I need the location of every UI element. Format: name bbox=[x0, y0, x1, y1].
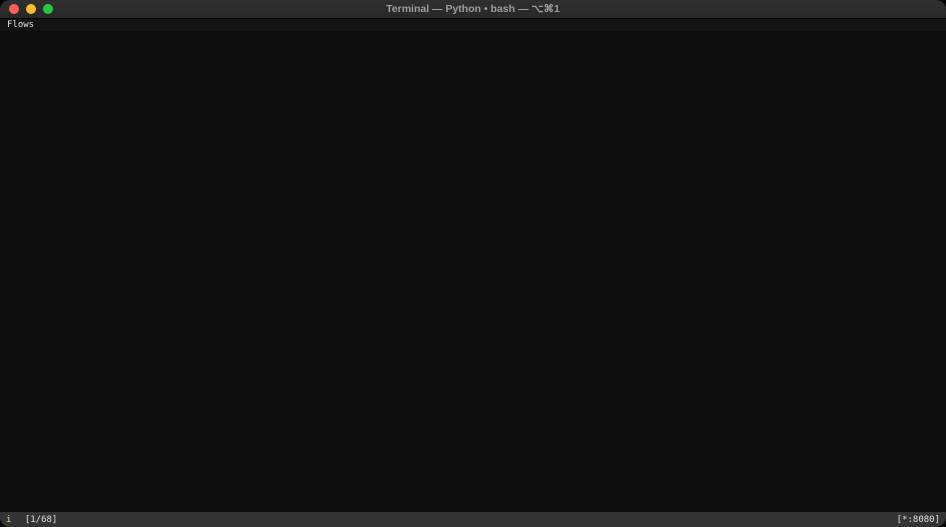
flow-list[interactable] bbox=[0, 31, 946, 512]
terminal-window: Terminal — Python • bash — ⌥⌘1 Flows i [… bbox=[0, 0, 946, 527]
proxy-listen-address: [*:8080] bbox=[897, 515, 940, 525]
statusbar-right: [*:8080] bbox=[897, 515, 940, 525]
close-button[interactable] bbox=[9, 4, 19, 14]
flow-position-indicator: [1/68] bbox=[25, 515, 58, 525]
zoom-button[interactable] bbox=[43, 4, 53, 14]
flows-tab-label: Flows bbox=[7, 20, 34, 30]
title-bar: Terminal — Python • bash — ⌥⌘1 bbox=[0, 0, 946, 19]
window-title: Terminal — Python • bash — ⌥⌘1 bbox=[0, 3, 946, 15]
statusbar-left: i [1/68] bbox=[6, 515, 57, 525]
statusbar-flag: i bbox=[6, 515, 11, 525]
status-bar: i [1/68] [*:8080] bbox=[0, 512, 946, 527]
minimize-button[interactable] bbox=[26, 4, 36, 14]
window-controls bbox=[9, 4, 53, 14]
